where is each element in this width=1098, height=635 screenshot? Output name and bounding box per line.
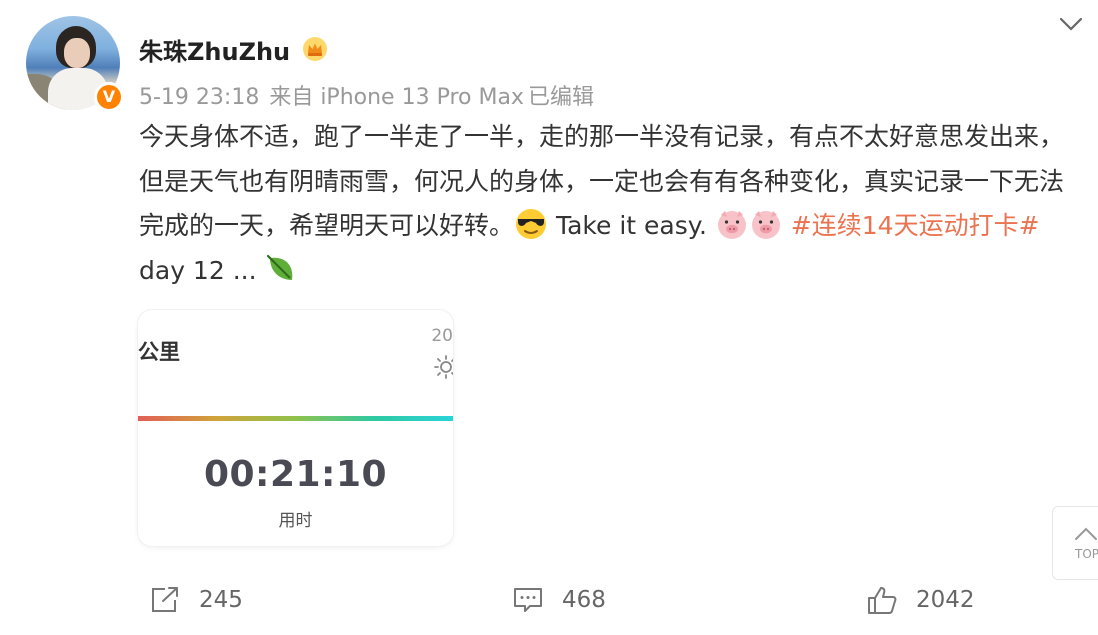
author-avatar[interactable]: V — [26, 16, 124, 112]
temperature: 20 — [431, 326, 453, 346]
post-meta: 5-19 23:18 来自 iPhone 13 Pro Max 已编辑 — [139, 79, 604, 111]
like-button[interactable]: 2042 — [866, 582, 975, 618]
author-name[interactable]: 朱珠ZhuZhu — [139, 32, 290, 67]
thumbs-up-icon — [868, 587, 897, 614]
distance-unit: 公里 — [138, 340, 180, 364]
pig-emoji — [751, 211, 780, 239]
post-content: 今天身体不适，跑了一半走了一半，走的那一半没有记录，有点不太好意思发出来，但是天… — [139, 115, 1084, 293]
chevron-up-icon — [1075, 527, 1097, 540]
post-text-english: Take it easy. — [548, 211, 715, 240]
pig-emoji — [717, 211, 746, 239]
topic-link[interactable]: #连续14天运动打卡# — [791, 211, 1040, 240]
sun-icon — [434, 355, 453, 379]
workout-image-card[interactable]: 公里 20 00:21:10 用时 — [138, 310, 453, 546]
post-timestamp[interactable]: 5-19 23:18 — [139, 85, 259, 110]
repost-button[interactable]: 245 — [149, 582, 243, 618]
duration-label: 用时 — [278, 511, 313, 531]
back-to-top-button[interactable]: TOP — [1052, 506, 1098, 580]
comment-count: 468 — [562, 587, 606, 613]
avatar-face — [64, 38, 90, 68]
chevron-down-icon[interactable] — [1058, 14, 1084, 34]
leaf-icon — [267, 254, 293, 280]
comment-icon — [514, 588, 542, 612]
comment-button[interactable]: 468 — [512, 582, 606, 618]
like-count: 2042 — [916, 587, 975, 613]
pace-gradient-bar — [138, 416, 453, 421]
edited-label[interactable]: 已编辑 — [528, 85, 594, 110]
verified-v-badge-icon: V — [94, 82, 124, 112]
crown-icon[interactable] — [302, 36, 328, 62]
post-source: 来自 iPhone 13 Pro Max — [269, 85, 524, 110]
back-to-top-label: TOP — [1075, 547, 1098, 561]
workout-duration: 00:21:10 — [203, 454, 388, 495]
repost-count: 245 — [199, 587, 243, 613]
repost-icon — [152, 587, 178, 612]
post-text-day: day 12 ... — [139, 255, 265, 285]
sunglasses-emoji — [516, 209, 547, 239]
